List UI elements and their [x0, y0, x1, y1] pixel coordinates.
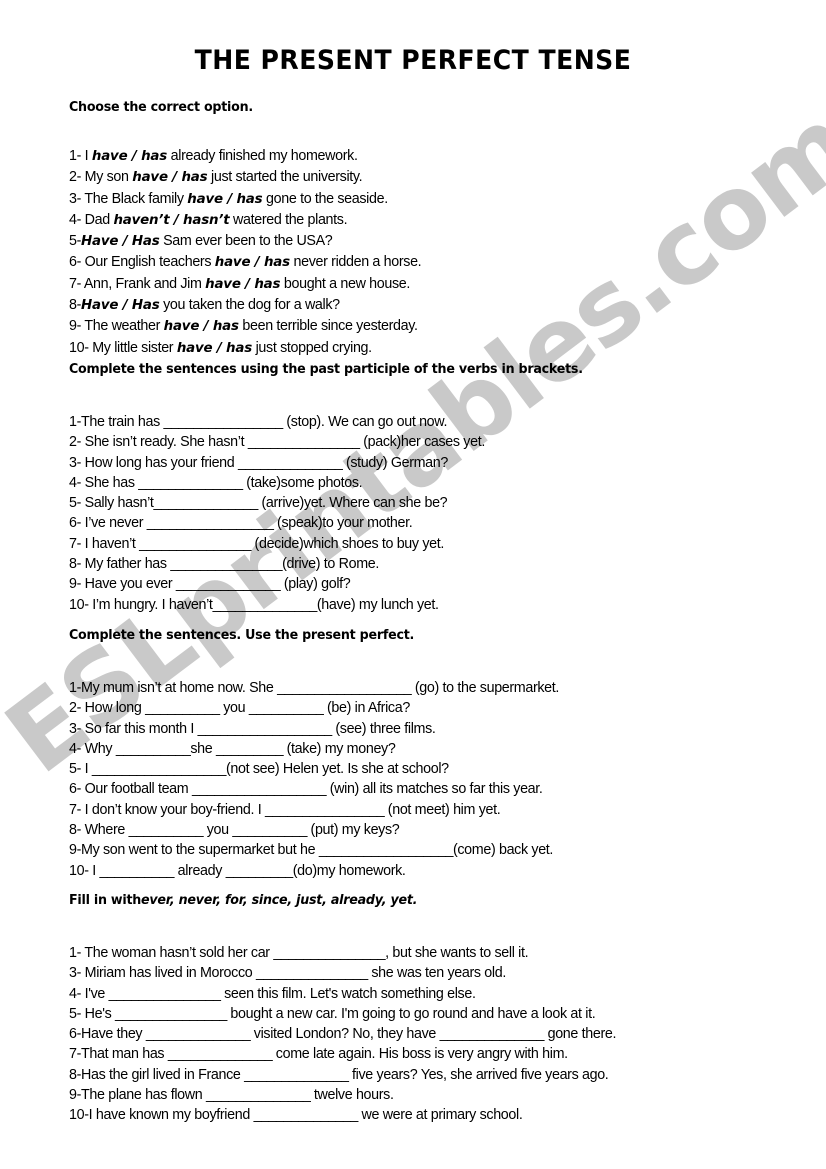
list-item: 3- How long has your friend ____________… [69, 454, 448, 471]
list-item: 10- My little sister have / has just sto… [69, 339, 372, 356]
answer-blank[interactable]: _________ [216, 741, 284, 757]
answer-blank[interactable]: __________________ [319, 842, 454, 858]
list-item: 4- Why __________she _________ (take) my… [69, 740, 396, 757]
list-item: 10- I’m hungry. I haven’t______________(… [69, 596, 439, 613]
worksheet-page: THE PRESENT PERFECT TENSE Choose the cor… [0, 0, 826, 1169]
section-1-heading: Choose the correct option. [69, 100, 741, 116]
answer-blank[interactable]: _________________ [147, 515, 274, 531]
list-item: 8- Where __________ you __________ (put)… [69, 822, 400, 839]
list-item: 9-My son went to the supermarket but he … [69, 842, 554, 859]
list-item: 6-Have they ______________ visited Londo… [69, 1026, 617, 1043]
answer-blank[interactable]: __________ [116, 741, 191, 757]
section-2-item-list: 1-The train has ________________ (stop).… [69, 412, 769, 615]
list-item: 2- How long __________ you __________ (b… [69, 700, 410, 717]
list-item: 7- Ann, Frank and Jim have / has bought … [69, 275, 411, 292]
list-item: 4- Dad haven’t / hasn’t watered the plan… [69, 211, 348, 228]
answer-blank[interactable]: ______________ [254, 1107, 359, 1123]
list-item: 4- I've _______________ seen this film. … [69, 985, 476, 1002]
exercise-section-1: Choose the correct option. 1- I have / h… [69, 100, 769, 359]
answer-blank[interactable]: ______________ [238, 455, 343, 471]
answer-blank[interactable]: __________ [249, 700, 324, 716]
list-item: 3- Miriam has lived in Morocco _________… [69, 965, 506, 982]
list-item: 3- So far this month I _________________… [69, 720, 436, 737]
section-4-heading: Fill in withever, never, for, since, jus… [69, 893, 741, 909]
answer-blank[interactable]: ______________ [146, 1026, 251, 1042]
section-4-item-list: 1- The woman hasn’t sold her car _______… [69, 943, 769, 1126]
answer-blank[interactable]: __________________ [192, 781, 327, 797]
section-4-heading-hint: ever, never, for, since, just, already, … [141, 893, 418, 908]
answer-blank[interactable]: __________ [99, 863, 174, 879]
answer-blank[interactable]: ______________ [206, 1087, 311, 1103]
exercise-section-2: Complete the sentences using the past pa… [69, 362, 769, 615]
list-item: 9- Have you ever ______________ (play) g… [69, 576, 351, 593]
list-item: 1- I have / has already finished my home… [69, 148, 358, 164]
section-3-heading-main: Complete the sentences. Use the present … [69, 628, 415, 643]
answer-blank[interactable]: ______________ [138, 475, 243, 491]
page-title: THE PRESENT PERFECT TENSE [194, 45, 632, 76]
answer-blank[interactable]: _________ [226, 863, 294, 879]
list-item: 5- Sally hasn’t______________ (arrive)ye… [69, 495, 448, 512]
list-item: 9- The weather have / has been terrible … [69, 318, 418, 335]
answer-blank[interactable]: ______________ [168, 1046, 273, 1062]
answer-blank[interactable]: __________ [232, 822, 307, 838]
list-item: 6- Our football team __________________ … [69, 781, 543, 798]
answer-blank[interactable]: ______________ [440, 1026, 545, 1042]
list-item: 8- My father has _______________(drive) … [69, 556, 379, 573]
list-item: 10- I __________ already _________(do)my… [69, 862, 406, 879]
list-item: 7- I don’t know your boy-friend. I _____… [69, 801, 501, 818]
answer-blank[interactable]: _______________ [109, 986, 221, 1002]
answer-blank[interactable]: _______________ [248, 434, 360, 450]
answer-blank[interactable]: _______________ [256, 965, 368, 981]
list-item: 5- I __________________(not see) Helen y… [69, 761, 449, 778]
answer-blank[interactable]: ______________ [154, 495, 259, 511]
list-item: 6- Our English teachers have / has never… [69, 254, 422, 271]
exercise-section-4: Fill in withever, never, for, since, jus… [69, 893, 769, 1126]
section-4-heading-main: Fill in with [69, 893, 142, 908]
answer-blank[interactable]: _______________ [115, 1006, 227, 1022]
section-1-item-list: 1- I have / has already finished my home… [69, 146, 769, 359]
answer-blank[interactable]: ______________ [244, 1067, 349, 1083]
section-2-heading-main: Complete the sentences using the past pa… [69, 362, 583, 377]
list-item: 1-The train has ________________ (stop).… [69, 414, 448, 430]
list-item: 7- I haven’t _______________ (decide)whi… [69, 535, 444, 552]
list-item: 5- He's _______________ bought a new car… [69, 1005, 596, 1022]
list-item: 6- I’ve never _________________ (speak)t… [69, 515, 413, 532]
answer-blank[interactable]: ______________ [213, 597, 318, 613]
section-3-heading: Complete the sentences. Use the present … [69, 628, 741, 644]
exercise-section-3: Complete the sentences. Use the present … [69, 628, 769, 881]
section-3-item-list: 1-My mum isn’t at home now. She ________… [69, 678, 769, 881]
list-item: 1- The woman hasn’t sold her car _______… [69, 945, 529, 961]
list-item: 10-I have known my boyfriend ___________… [69, 1107, 523, 1124]
list-item: 3- The Black family have / has gone to t… [69, 190, 388, 207]
answer-blank[interactable]: _______________ [273, 945, 385, 961]
section-1-heading-main: Choose the correct option. [69, 100, 253, 115]
section-2-heading: Complete the sentences using the past pa… [69, 362, 741, 378]
list-item: 8-Has the girl lived in France _________… [69, 1066, 609, 1083]
answer-blank[interactable]: ________________ [164, 414, 284, 430]
answer-blank[interactable]: ________________ [265, 802, 385, 818]
list-item: 7-That man has ______________ come late … [69, 1046, 568, 1063]
list-item: 8-Have / Has you taken the dog for a wal… [69, 297, 340, 314]
answer-blank[interactable]: ______________ [176, 576, 281, 592]
answer-blank[interactable]: __________________ [277, 680, 412, 696]
list-item: 1-My mum isn’t at home now. She ________… [69, 680, 560, 696]
list-item: 5-Have / Has Sam ever been to the USA? [69, 233, 333, 250]
list-item: 2- She isn’t ready. She hasn’t _________… [69, 434, 485, 451]
answer-blank[interactable]: _______________ [170, 556, 282, 572]
list-item: 9-The plane has flown ______________ twe… [69, 1087, 394, 1104]
list-item: 2- My son have / has just started the un… [69, 169, 363, 186]
answer-blank[interactable]: __________________ [198, 721, 333, 737]
list-item: 4- She has ______________ (take)some pho… [69, 474, 363, 491]
answer-blank[interactable]: __________________ [92, 761, 227, 777]
answer-blank[interactable]: __________ [129, 822, 204, 838]
answer-blank[interactable]: __________ [145, 700, 220, 716]
answer-blank[interactable]: _______________ [139, 536, 251, 552]
